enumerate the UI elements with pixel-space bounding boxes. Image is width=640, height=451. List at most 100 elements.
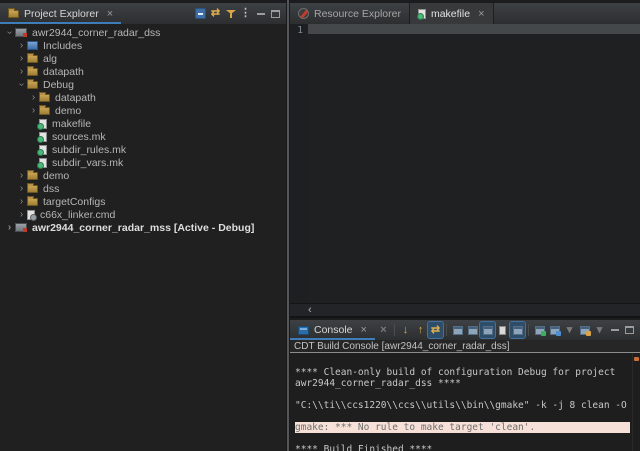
- console-line: **** Build Finished ****: [295, 444, 433, 451]
- right-column: Resource Explorer makefile × 1 ‹ Console…: [290, 0, 640, 451]
- chevron-collapsed-icon[interactable]: ›: [16, 53, 27, 64]
- minimize-icon[interactable]: [607, 322, 622, 338]
- tree-item-sources.mk[interactable]: sources.mk: [0, 130, 286, 143]
- chevron-collapsed-icon[interactable]: ›: [16, 183, 27, 194]
- next-error-icon: ↓: [402, 323, 409, 336]
- link-with-editor-icon: ⇄: [210, 7, 221, 19]
- folder-icon: [39, 104, 50, 115]
- scroll-lock-icon[interactable]: [495, 322, 510, 338]
- open-console-dropdown-icon[interactable]: ▾: [562, 322, 577, 338]
- tree-item-label: demo: [43, 169, 70, 182]
- maximize-icon[interactable]: [622, 322, 637, 338]
- scroll-left-icon[interactable]: ‹: [308, 304, 312, 316]
- tree-item-targetConfigs[interactable]: › targetConfigs: [0, 195, 286, 208]
- horizontal-scrollbar[interactable]: ‹: [290, 303, 640, 316]
- display-selected-console-icon[interactable]: [532, 322, 547, 338]
- show-stdout-console-icon[interactable]: [450, 322, 465, 338]
- console-error-line: gmake: *** No rule to make target 'clean…: [295, 422, 630, 433]
- minimize-icon[interactable]: [253, 6, 268, 22]
- pin-console-icon: [512, 325, 523, 335]
- console-output[interactable]: **** Clean-only build of configuration D…: [290, 353, 640, 451]
- tab-project-explorer-label: Project Explorer: [24, 7, 99, 20]
- tree-item-label: c66x_linker.cmd: [40, 208, 116, 221]
- chevron-collapsed-icon[interactable]: ›: [28, 105, 39, 116]
- tree-item-label: Debug: [43, 78, 74, 91]
- tree-item-datapath[interactable]: › datapath: [0, 91, 286, 104]
- tree-item-subdir_rules.mk[interactable]: subdir_rules.mk: [0, 143, 286, 156]
- filter-icon[interactable]: [223, 6, 238, 22]
- tree-item-Debug[interactable]: › Debug: [0, 78, 286, 91]
- tree-item-datapath[interactable]: › datapath: [0, 65, 286, 78]
- tree-item-dss[interactable]: › dss: [0, 182, 286, 195]
- overview-ruler[interactable]: [632, 353, 640, 451]
- project-tree: › awr2944_corner_radar_dss › Includes › alg › d…: [0, 24, 286, 451]
- show-error-in-editor-icon[interactable]: ⇄: [427, 321, 444, 339]
- new-console-view-icon[interactable]: [577, 322, 592, 338]
- chevron-collapsed-icon[interactable]: ›: [28, 92, 39, 103]
- console-panel: Console × × ↓ ↑ ⇄ ▾ ▾ CDT Build Console [awr2…: [290, 316, 640, 451]
- tree-item-demo[interactable]: › demo: [0, 104, 286, 117]
- tree-item-label: sources.mk: [52, 130, 106, 143]
- show-error-in-editor-icon: ⇄: [430, 323, 441, 336]
- previous-error-icon: ↑: [417, 323, 424, 336]
- tree-item-label: Includes: [43, 39, 83, 52]
- file-icon: [37, 144, 47, 156]
- folder-icon: [27, 78, 38, 89]
- tree-item-Includes[interactable]: › Includes: [0, 39, 286, 52]
- chevron-expanded-icon[interactable]: ›: [16, 79, 27, 90]
- previous-error-icon[interactable]: ↑: [413, 322, 428, 338]
- project-explorer-icon: [8, 7, 19, 18]
- close-icon[interactable]: ×: [478, 8, 484, 20]
- tab-project-explorer[interactable]: Project Explorer ×: [0, 3, 122, 24]
- close-icon[interactable]: ×: [361, 324, 367, 336]
- tree-item-awr2944_corner_radar_dss[interactable]: › awr2944_corner_radar_dss: [0, 26, 286, 39]
- collapse-all-icon[interactable]: [193, 6, 208, 22]
- ide-window: Project Explorer × ⇄ ⋮ › awr2944_corner_ra…: [0, 0, 640, 451]
- open-console-icon[interactable]: [547, 322, 562, 338]
- editor-body[interactable]: 1: [290, 24, 640, 303]
- chevron-collapsed-icon[interactable]: ›: [16, 209, 27, 220]
- view-menu-icon[interactable]: ⋮: [238, 6, 253, 22]
- open-console-dropdown-icon: ▾: [566, 323, 573, 336]
- chevron-collapsed-icon[interactable]: ›: [4, 222, 15, 233]
- tree-item-label: targetConfigs: [43, 195, 106, 208]
- tab-makefile[interactable]: makefile ×: [408, 3, 494, 24]
- line-number-gutter: 1: [290, 24, 308, 303]
- tree-item-subdir_vars.mk[interactable]: subdir_vars.mk: [0, 156, 286, 169]
- tree-item-label: alg: [43, 52, 58, 65]
- clear-console-icon[interactable]: ×: [376, 322, 391, 338]
- chevron-collapsed-icon[interactable]: ›: [16, 196, 27, 207]
- word-wrap-icon[interactable]: [479, 321, 496, 339]
- pin-console-icon[interactable]: [509, 321, 526, 339]
- tree-item-awr2944_corner_radar_mss[interactable]: › awr2944_corner_radar_mss [Active - Debu…: [0, 221, 286, 234]
- next-error-icon[interactable]: ↓: [398, 322, 413, 338]
- maximize-icon[interactable]: [268, 6, 283, 22]
- tree-item-alg[interactable]: › alg: [0, 52, 286, 65]
- tab-resource-explorer[interactable]: Resource Explorer: [290, 3, 409, 24]
- line-number: 1: [297, 25, 303, 36]
- tab-console[interactable]: Console ×: [290, 320, 375, 340]
- current-line-highlight: [308, 24, 640, 34]
- new-console-dropdown-icon[interactable]: ▾: [592, 322, 607, 338]
- tree-item-demo[interactable]: › demo: [0, 169, 286, 182]
- includes-icon: [27, 41, 38, 50]
- chevron-expanded-icon[interactable]: ›: [4, 27, 15, 38]
- show-stderr-console-icon[interactable]: [465, 322, 480, 338]
- close-icon[interactable]: ×: [107, 8, 113, 20]
- file-icon: [37, 157, 47, 169]
- tree-item-makefile[interactable]: makefile: [0, 117, 286, 130]
- link-with-editor-icon[interactable]: ⇄: [208, 6, 223, 22]
- chevron-collapsed-icon[interactable]: ›: [16, 40, 27, 51]
- tree-item-c66x_linker.cmd[interactable]: › c66x_linker.cmd: [0, 208, 286, 221]
- chevron-collapsed-icon[interactable]: ›: [16, 170, 27, 181]
- chevron-collapsed-icon[interactable]: ›: [16, 66, 27, 77]
- toolbar-separator: [394, 324, 395, 336]
- console-toolbar: × ↓ ↑ ⇄ ▾ ▾: [376, 320, 640, 340]
- console-line: awr2944_corner_radar_dss ****: [295, 378, 461, 389]
- tree-item-label: demo: [55, 104, 82, 117]
- maximize-icon: [271, 9, 280, 18]
- clear-console-icon: ×: [380, 323, 387, 336]
